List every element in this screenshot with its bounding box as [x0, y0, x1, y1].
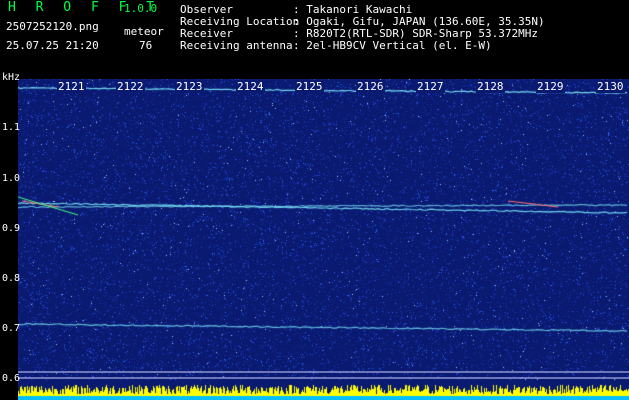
x-tick-label: 2128	[476, 80, 505, 93]
x-tick-label: 2121	[57, 80, 86, 93]
y-tick-label: 0.8	[2, 273, 21, 284]
x-tick-label: 2130	[596, 80, 625, 93]
x-tick-label: 2129	[536, 80, 565, 93]
x-tick-label: 2125	[295, 80, 324, 93]
x-tick-label: 2126	[356, 80, 385, 93]
y-tick-label: 0.9	[2, 223, 21, 234]
y-tick-label: 0.7	[2, 323, 21, 334]
y-axis-unit: kHz	[2, 72, 21, 83]
x-tick-label: 2123	[175, 80, 204, 93]
x-tick-label: 2122	[116, 80, 145, 93]
hrofft-window: { "app": { "title": "H R O F F T", "vers…	[0, 0, 629, 400]
y-tick-label: 1.0	[2, 173, 21, 184]
x-tick-label: 2127	[416, 80, 445, 93]
spectrogram-overlay	[18, 371, 629, 379]
x-tick-label: 2124	[236, 80, 265, 93]
y-tick-label: 0.6	[2, 373, 21, 384]
y-tick-label: 1.1	[2, 122, 21, 133]
